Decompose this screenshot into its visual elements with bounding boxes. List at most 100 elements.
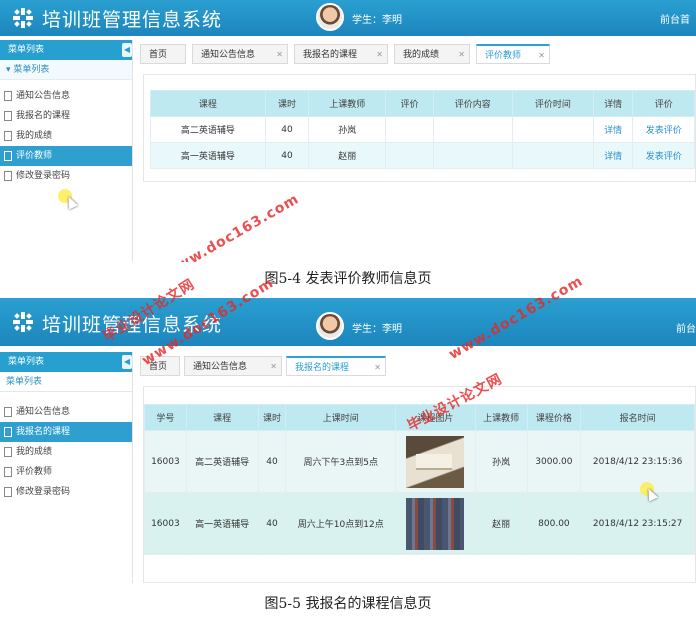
table-cell: 孙岚 xyxy=(474,430,528,493)
tab-my-grades[interactable]: 我的成绩 ✕ xyxy=(394,44,470,64)
tab-my-courses[interactable]: 我报名的课程 ✕ xyxy=(286,356,386,376)
document-icon xyxy=(4,151,12,161)
close-icon[interactable]: ✕ xyxy=(458,45,465,65)
table-cell: 赵丽 xyxy=(308,142,387,169)
document-icon xyxy=(4,447,12,457)
tab-label: 首页 xyxy=(149,50,168,60)
table-cell: 16003 xyxy=(144,492,187,555)
app-logo-icon xyxy=(13,312,33,332)
figure-caption: 图5-4 发表评价教师信息页 xyxy=(264,271,432,287)
table-cell: 40 xyxy=(264,116,310,143)
sidebar-item-my-courses[interactable]: 我报名的课程 xyxy=(0,106,132,126)
table-row: 高二英语辅导 40 孙岚 详情 发表评价 xyxy=(150,116,695,143)
column-header: 上课教师 xyxy=(308,90,387,117)
tab-label: 通知公告信息 xyxy=(201,50,256,60)
document-icon xyxy=(4,487,12,497)
app-logo-icon xyxy=(13,8,33,28)
sidebar-item-notices[interactable]: 通知公告信息 xyxy=(0,402,132,422)
front-page-link[interactable]: 前台首 xyxy=(660,11,690,26)
sidebar-item-label: 我的成绩 xyxy=(16,131,53,141)
sidebar-menu: 通知公告信息 我报名的课程 我的成绩 评价教师 修改登录密码 xyxy=(0,392,132,502)
table-row: 高一英语辅导 40 赵丽 详情 发表评价 xyxy=(150,142,695,169)
sidebar-section[interactable]: ▾ 菜单列表 xyxy=(0,60,132,80)
table-cell: 周六下午3点到5点 xyxy=(285,430,397,493)
user-avatar[interactable] xyxy=(316,312,344,340)
sidebar-item-change-password[interactable]: 修改登录密码 xyxy=(0,166,132,186)
course-image-cell xyxy=(395,492,476,555)
sidebar-collapse-icon[interactable]: ◀ xyxy=(122,43,132,57)
post-evaluation-link[interactable]: 发表评价 xyxy=(632,142,695,169)
tab-label: 通知公告信息 xyxy=(193,362,248,372)
sidebar-item-label: 我报名的课程 xyxy=(16,111,71,121)
detail-link[interactable]: 详情 xyxy=(592,142,634,169)
sidebar-section-label: 菜单列表 xyxy=(13,65,50,75)
tab-my-courses[interactable]: 我报名的课程 ✕ xyxy=(294,44,388,64)
close-icon[interactable]: ✕ xyxy=(374,358,381,378)
table-header-row: 课程 课时 上课教师 评价 评价内容 评价时间 详情 评价 xyxy=(150,90,695,117)
column-header: 课时 xyxy=(257,404,287,431)
sidebar-item-change-password[interactable]: 修改登录密码 xyxy=(0,482,132,502)
tab-notices[interactable]: 通知公告信息 ✕ xyxy=(192,44,288,64)
table-cell xyxy=(511,116,594,143)
table-cell: 40 xyxy=(264,142,310,169)
table-cell: 孙岚 xyxy=(308,116,387,143)
sidebar-item-evaluate-teacher[interactable]: 评价教师 xyxy=(0,146,132,166)
table-cell: 高一英语辅导 xyxy=(150,142,266,169)
column-header: 课程 xyxy=(150,90,266,117)
sidebar-item-my-courses[interactable]: 我报名的课程 xyxy=(0,422,132,442)
table-cell xyxy=(432,142,513,169)
tab-label: 评价教师 xyxy=(485,51,522,61)
course-image-cell xyxy=(395,430,476,493)
table-cell: 40 xyxy=(257,430,287,493)
table-cell: 高二英语辅导 xyxy=(185,430,259,493)
close-icon[interactable]: ✕ xyxy=(276,45,283,65)
document-icon xyxy=(4,427,12,437)
column-header: 评价 xyxy=(632,90,695,117)
document-icon xyxy=(4,131,12,141)
column-header: 学号 xyxy=(144,404,187,431)
document-icon xyxy=(4,171,12,181)
sidebar-menu: 通知公告信息 我报名的课程 我的成绩 评价教师 修改登录密码 xyxy=(0,80,132,186)
sidebar-item-notices[interactable]: 通知公告信息 xyxy=(0,86,132,106)
tab-notices[interactable]: 通知公告信息 ✕ xyxy=(184,356,282,376)
watermark-site: www.doc163.com xyxy=(162,191,303,262)
table-cell: 800.00 xyxy=(526,492,582,555)
document-icon xyxy=(4,407,12,417)
sidebar-item-my-grades[interactable]: 我的成绩 xyxy=(0,126,132,146)
sidebar-item-label: 通知公告信息 xyxy=(16,91,71,101)
table-cell: 3000.00 xyxy=(526,430,582,493)
close-icon[interactable]: ✕ xyxy=(270,357,277,377)
document-icon xyxy=(4,111,12,121)
column-header: 详情 xyxy=(592,90,634,117)
column-header: 上课教师 xyxy=(474,404,528,431)
detail-link[interactable]: 详情 xyxy=(592,116,634,143)
tab-home[interactable]: 首页 xyxy=(140,44,186,64)
tab-label: 我报名的课程 xyxy=(295,363,350,373)
tab-evaluate-teacher[interactable]: 评价教师 ✕ xyxy=(476,44,550,64)
sidebar-item-label: 评价教师 xyxy=(16,151,53,161)
user-avatar[interactable] xyxy=(316,3,344,31)
tab-label: 我的成绩 xyxy=(403,50,440,60)
table-cell xyxy=(432,116,513,143)
sidebar-header: 菜单列表 ◀ xyxy=(0,40,132,60)
course-image xyxy=(406,435,465,488)
sidebar-item-evaluate-teacher[interactable]: 评价教师 xyxy=(0,462,132,482)
sidebar-item-label: 通知公告信息 xyxy=(16,407,71,417)
figure-caption: 图5-5 我报名的课程信息页 xyxy=(264,596,432,612)
table-cell: 高一英语辅导 xyxy=(185,492,259,555)
content-panel: 课程 课时 上课教师 评价 评价内容 评价时间 详情 评价 高二英语辅导 40 … xyxy=(143,74,696,182)
close-icon[interactable]: ✕ xyxy=(376,45,383,65)
sidebar-2: 菜单列表 ◀ 菜单列表 通知公告信息 我报名的课程 我的成绩 评价教师 修改登录… xyxy=(0,352,133,583)
sidebar-collapse-icon[interactable]: ◀ xyxy=(122,355,132,369)
column-header: 课时 xyxy=(264,90,310,117)
document-icon xyxy=(4,91,12,101)
sidebar-header: 菜单列表 ◀ xyxy=(0,352,132,372)
sidebar-section[interactable]: 菜单列表 xyxy=(0,372,132,392)
front-page-link[interactable]: 前台 xyxy=(676,320,696,335)
table-cell xyxy=(385,142,434,169)
sidebar-item-my-grades[interactable]: 我的成绩 xyxy=(0,442,132,462)
post-evaluation-link[interactable]: 发表评价 xyxy=(632,116,695,143)
close-icon[interactable]: ✕ xyxy=(538,46,545,66)
sidebar-item-label: 修改登录密码 xyxy=(16,487,71,497)
app-title: 培训班管理信息系统 xyxy=(42,9,223,31)
